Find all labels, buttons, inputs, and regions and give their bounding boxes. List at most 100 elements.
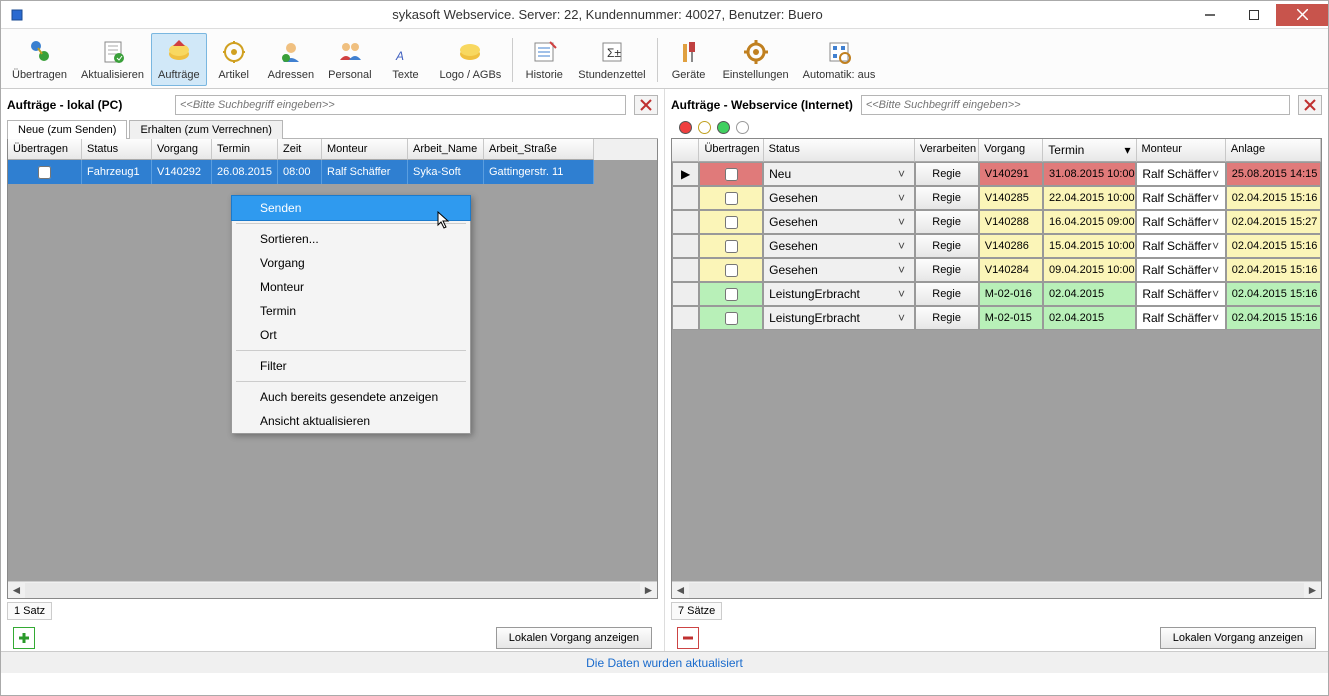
scrollbar-horizontal[interactable]: ◄►: [672, 581, 1321, 598]
cell-vorgang: V140284: [979, 258, 1043, 282]
col-termin[interactable]: Termin ▾: [1043, 139, 1136, 162]
context-menu-item[interactable]: Auch bereits gesendete anzeigen: [232, 385, 470, 409]
cell-vorgang: V140291: [979, 162, 1043, 186]
cell-status[interactable]: LeistungErbracht˅: [763, 282, 914, 306]
table-row[interactable]: Gesehen˅RegieV14028615.04.2015 10:00Ralf…: [672, 234, 1321, 258]
verarbeiten-button[interactable]: Regie: [915, 234, 979, 258]
table-row[interactable]: Gesehen˅RegieV14028409.04.2015 10:00Ralf…: [672, 258, 1321, 282]
cell-zeit: 08:00: [278, 160, 322, 184]
toolbar-stundenzettel[interactable]: Σ±Stundenzettel: [571, 33, 652, 86]
col-uebertragen[interactable]: Übertragen: [699, 139, 763, 162]
context-menu-item[interactable]: Sortieren...: [232, 227, 470, 251]
toolbar-texte[interactable]: ATexte: [379, 33, 433, 86]
dot-yellow[interactable]: [698, 121, 711, 134]
toolbar-personal[interactable]: Personal: [321, 33, 378, 86]
cell-status[interactable]: Gesehen˅: [763, 186, 914, 210]
cell-monteur[interactable]: Ralf Schäffer˅: [1136, 186, 1225, 210]
col-header[interactable]: Monteur: [322, 139, 408, 160]
add-button[interactable]: [13, 627, 35, 649]
col-anlage[interactable]: Anlage: [1226, 139, 1321, 162]
row-checkbox[interactable]: [725, 288, 738, 301]
row-checkbox[interactable]: [38, 166, 51, 179]
cell-status[interactable]: Gesehen˅: [763, 258, 914, 282]
verarbeiten-button[interactable]: Regie: [915, 210, 979, 234]
context-menu-item[interactable]: Monteur: [232, 275, 470, 299]
tabs-local: Neue (zum Senden) Erhalten (zum Verrechn…: [7, 119, 658, 139]
delete-button[interactable]: [677, 627, 699, 649]
cell-status[interactable]: LeistungErbracht˅: [763, 306, 914, 330]
chevron-down-icon: ˅: [895, 215, 909, 229]
toolbar-artikel[interactable]: Artikel: [207, 33, 261, 86]
dot-gray[interactable]: [736, 121, 749, 134]
dot-red[interactable]: [679, 121, 692, 134]
cell-monteur[interactable]: Ralf Schäffer˅: [1136, 282, 1225, 306]
close-button[interactable]: [1276, 4, 1328, 26]
cell-status[interactable]: Gesehen˅: [763, 234, 914, 258]
verarbeiten-button[interactable]: Regie: [915, 306, 979, 330]
toolbar-historie[interactable]: Historie: [517, 33, 571, 86]
tab-neue[interactable]: Neue (zum Senden): [7, 120, 127, 139]
context-menu-item[interactable]: Senden: [231, 195, 471, 221]
show-local-button[interactable]: Lokalen Vorgang anzeigen: [496, 627, 652, 649]
tab-erhalten[interactable]: Erhalten (zum Verrechnen): [129, 120, 282, 139]
toolbar-automatik-aus[interactable]: Automatik: aus: [796, 33, 883, 86]
toolbar-icon: [99, 38, 127, 66]
col-header[interactable]: Vorgang: [152, 139, 212, 160]
panel-title-local: Aufträge - lokal (PC): [7, 98, 167, 112]
clear-search-local[interactable]: [634, 95, 658, 115]
dot-green[interactable]: [717, 121, 730, 134]
cell-monteur[interactable]: Ralf Schäffer˅: [1136, 306, 1225, 330]
row-checkbox[interactable]: [725, 312, 738, 325]
verarbeiten-button[interactable]: Regie: [915, 186, 979, 210]
toolbar-aktualisieren[interactable]: Aktualisieren: [74, 33, 151, 86]
toolbar-logo-agbs[interactable]: Logo / AGBs: [433, 33, 509, 86]
cell-monteur[interactable]: Ralf Schäffer˅: [1136, 258, 1225, 282]
scrollbar-horizontal[interactable]: ◄►: [8, 581, 657, 598]
row-checkbox[interactable]: [725, 192, 738, 205]
table-row[interactable]: Fahrzeug1 V140292 26.08.2015 08:00 Ralf …: [8, 160, 657, 184]
cell-status[interactable]: Gesehen˅: [763, 210, 914, 234]
search-input-webservice[interactable]: [861, 95, 1290, 115]
context-menu-item[interactable]: Ansicht aktualisieren: [232, 409, 470, 433]
cell-monteur[interactable]: Ralf Schäffer˅: [1136, 162, 1225, 186]
col-status[interactable]: Status: [764, 139, 915, 162]
toolbar-adressen[interactable]: Adressen: [261, 33, 321, 86]
row-checkbox[interactable]: [725, 216, 738, 229]
col-vorgang[interactable]: Vorgang: [979, 139, 1043, 162]
table-row[interactable]: Gesehen˅RegieV14028816.04.2015 09:00Ralf…: [672, 210, 1321, 234]
table-row[interactable]: Gesehen˅RegieV14028522.04.2015 10:00Ralf…: [672, 186, 1321, 210]
table-row[interactable]: LeistungErbracht˅RegieM-02-01502.04.2015…: [672, 306, 1321, 330]
row-checkbox[interactable]: [725, 168, 738, 181]
minimize-button[interactable]: [1188, 4, 1232, 26]
col-header[interactable]: Arbeit_Name: [408, 139, 484, 160]
verarbeiten-button[interactable]: Regie: [915, 282, 979, 306]
row-checkbox[interactable]: [725, 240, 738, 253]
context-menu-item[interactable]: Filter: [232, 354, 470, 378]
col-monteur[interactable]: Monteur: [1137, 139, 1226, 162]
cell-status[interactable]: Neu˅: [763, 162, 914, 186]
row-checkbox[interactable]: [725, 264, 738, 277]
toolbar-ger-te[interactable]: Geräte: [662, 33, 716, 86]
clear-search-webservice[interactable]: [1298, 95, 1322, 115]
col-header[interactable]: Übertragen: [8, 139, 82, 160]
toolbar-einstellungen[interactable]: Einstellungen: [716, 33, 796, 86]
col-header[interactable]: Zeit: [278, 139, 322, 160]
cell-monteur[interactable]: Ralf Schäffer˅: [1136, 234, 1225, 258]
verarbeiten-button[interactable]: Regie: [915, 258, 979, 282]
maximize-button[interactable]: [1232, 4, 1276, 26]
cell-monteur[interactable]: Ralf Schäffer˅: [1136, 210, 1225, 234]
col-header[interactable]: Arbeit_Straße: [484, 139, 594, 160]
search-input-local[interactable]: [175, 95, 626, 115]
col-header[interactable]: Termin: [212, 139, 278, 160]
table-row[interactable]: ▶Neu˅RegieV14029131.08.2015 10:00Ralf Sc…: [672, 162, 1321, 186]
toolbar--bertragen[interactable]: Übertragen: [5, 33, 74, 86]
context-menu-item[interactable]: Ort: [232, 323, 470, 347]
verarbeiten-button[interactable]: Regie: [915, 162, 979, 186]
col-header[interactable]: Status: [82, 139, 152, 160]
toolbar-auftr-ge[interactable]: Aufträge: [151, 33, 207, 86]
table-row[interactable]: LeistungErbracht˅RegieM-02-01602.04.2015…: [672, 282, 1321, 306]
show-local-button-right[interactable]: Lokalen Vorgang anzeigen: [1160, 627, 1316, 649]
context-menu-item[interactable]: Termin: [232, 299, 470, 323]
context-menu-item[interactable]: Vorgang: [232, 251, 470, 275]
col-verarbeiten[interactable]: Verarbeiten: [915, 139, 979, 162]
